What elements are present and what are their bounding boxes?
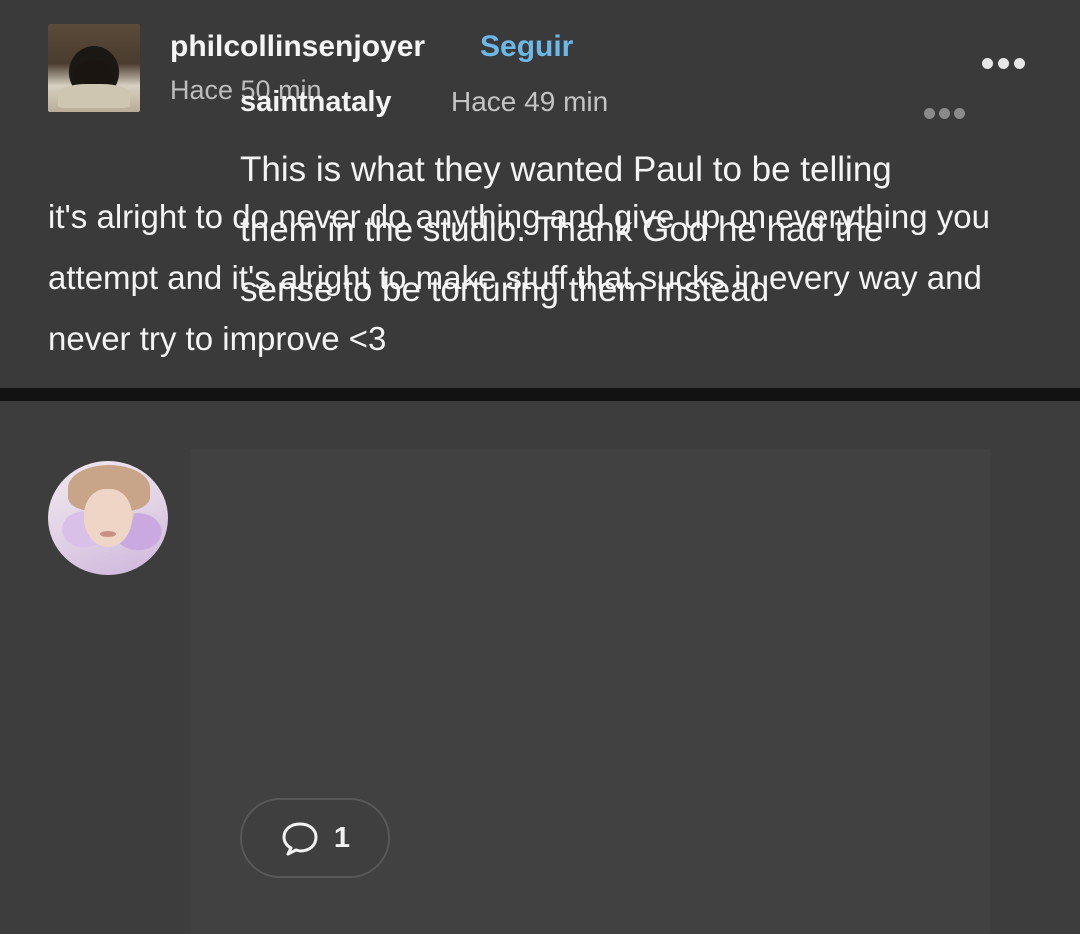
speech-bubble-icon	[282, 822, 318, 856]
reply-username[interactable]: saintnataly	[240, 86, 392, 119]
avatar-face	[84, 489, 132, 547]
post-username[interactable]: philcollinsenjoyer	[170, 30, 425, 64]
reply-timestamp: Hace 49 min	[451, 86, 609, 117]
follow-button[interactable]: Seguir	[480, 30, 573, 64]
avatar[interactable]	[48, 24, 140, 112]
reply-body: This is what they wanted Paul to be tell…	[240, 150, 892, 309]
reply-count: 1	[333, 821, 351, 854]
reply	[0, 401, 1080, 934]
avatar-lips	[100, 531, 116, 537]
divider	[0, 388, 1080, 401]
more-horizontal-icon[interactable]	[924, 108, 965, 119]
reply-button[interactable]: 1	[240, 798, 390, 878]
more-horizontal-icon[interactable]	[982, 58, 1025, 69]
post-thread: philcollinsenjoyer Seguir Hace 50 min it…	[0, 0, 1080, 934]
avatar[interactable]	[48, 461, 168, 575]
avatar-hands	[58, 84, 130, 108]
